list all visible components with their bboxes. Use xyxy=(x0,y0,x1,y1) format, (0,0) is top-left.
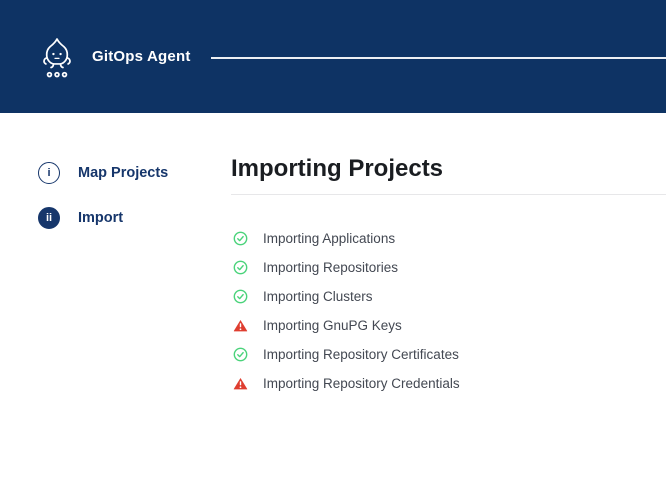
import-item-label: Importing Repository Credentials xyxy=(263,376,460,391)
step-number-badge: ii xyxy=(38,207,60,229)
import-status-row: Importing Repository Certificates xyxy=(233,340,666,369)
step-label: Map Projects xyxy=(78,165,168,181)
content-area: i Map Projects ii Import Importing Proje… xyxy=(0,113,666,483)
app-title: GitOps Agent xyxy=(92,48,191,65)
wizard-step-import[interactable]: ii Import xyxy=(38,207,231,229)
step-label: Import xyxy=(78,210,123,226)
success-check-icon xyxy=(233,347,248,362)
import-item-label: Importing GnuPG Keys xyxy=(263,318,402,333)
main-panel: Importing Projects Importing Application… xyxy=(231,113,666,483)
import-status-row: Importing Applications xyxy=(233,224,666,253)
screen: GitOps Agent i Map Projects ii Import Im… xyxy=(0,0,666,483)
import-status-row: Importing GnuPG Keys xyxy=(233,311,666,340)
app-header: GitOps Agent xyxy=(0,0,666,113)
import-status-row: Importing Repository Credentials xyxy=(233,369,666,398)
argo-squid-logo-icon xyxy=(38,35,76,81)
import-item-label: Importing Clusters xyxy=(263,289,373,304)
warning-triangle-icon xyxy=(233,318,248,333)
page-title: Importing Projects xyxy=(231,156,666,182)
wizard-steps-sidebar: i Map Projects ii Import xyxy=(0,113,231,483)
import-status-row: Importing Clusters xyxy=(233,282,666,311)
success-check-icon xyxy=(233,289,248,304)
header-divider-line xyxy=(211,57,666,59)
import-status-row: Importing Repositories xyxy=(233,253,666,282)
import-item-label: Importing Repositories xyxy=(263,260,398,275)
success-check-icon xyxy=(233,231,248,246)
step-number-badge: i xyxy=(38,162,60,184)
import-item-label: Importing Repository Certificates xyxy=(263,347,459,362)
title-divider xyxy=(231,194,666,195)
import-status-list: Importing Applications Importing Reposit… xyxy=(231,224,666,398)
wizard-step-map-projects[interactable]: i Map Projects xyxy=(38,162,231,184)
warning-triangle-icon xyxy=(233,376,248,391)
import-item-label: Importing Applications xyxy=(263,231,395,246)
success-check-icon xyxy=(233,260,248,275)
